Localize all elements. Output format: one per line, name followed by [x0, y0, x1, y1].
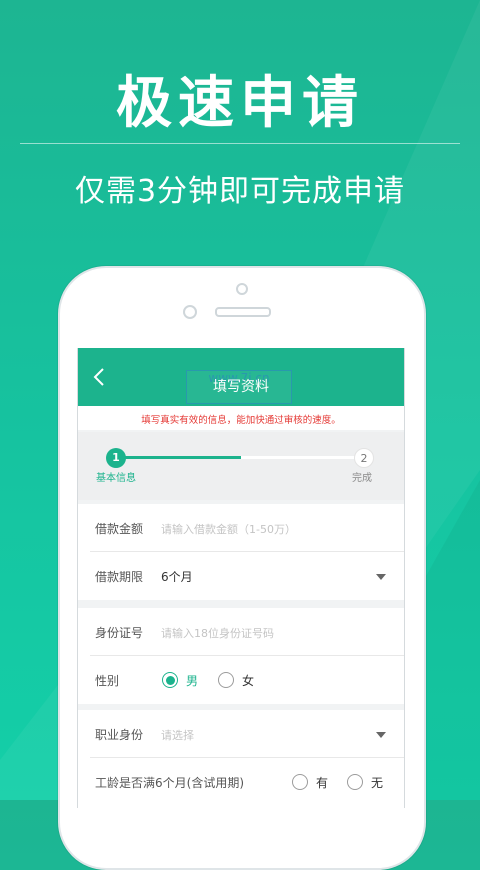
- id-number-label: 身份证号: [95, 626, 144, 640]
- gender-female-label[interactable]: 女: [242, 672, 254, 689]
- gender-male-label[interactable]: 男: [186, 672, 198, 689]
- loan-period-row[interactable]: 借款期限 6个月: [78, 552, 404, 600]
- gender-row: 性别 男 女: [78, 656, 404, 704]
- dropdown-caret-icon[interactable]: [376, 732, 386, 738]
- tenure-yes-radio[interactable]: [292, 774, 308, 790]
- earpiece-speaker: [215, 307, 271, 317]
- id-number-row[interactable]: 身份证号 请输入18位身份证号码: [78, 608, 404, 656]
- tenure-row: 工龄是否满6个月(含试用期) 有 无: [78, 758, 404, 806]
- tenure-label: 工龄是否满6个月(含试用期): [95, 776, 244, 790]
- app-screen: www.7i.cn 填写资料 填写真实有效的信息，能加快通过审核的速度。 1 2…: [77, 348, 405, 808]
- tenure-no-radio[interactable]: [347, 774, 363, 790]
- hero-divider: [20, 143, 460, 144]
- loan-section: 借款金额 请输入借款金额（1-50万） 借款期限 6个月: [78, 504, 404, 600]
- step-indicator: [78, 432, 404, 500]
- identity-section: 身份证号 请输入18位身份证号码 性别 男 女: [78, 608, 404, 704]
- occupation-select[interactable]: 请选择: [161, 727, 194, 743]
- job-section: 职业身份 请选择 工龄是否满6个月(含试用期) 有 无: [78, 710, 404, 808]
- loan-period-label: 借款期限: [95, 570, 144, 584]
- occupation-label: 职业身份: [95, 728, 144, 742]
- dropdown-caret-icon[interactable]: [376, 574, 386, 580]
- loan-amount-row[interactable]: 借款金额 请输入借款金额（1-50万）: [78, 504, 404, 552]
- tenure-no-label[interactable]: 无: [371, 774, 383, 791]
- front-camera: [236, 283, 248, 295]
- gender-male-radio[interactable]: [162, 672, 178, 688]
- step-1-dot: 1: [106, 448, 126, 468]
- occupation-row[interactable]: 职业身份 请选择: [78, 710, 404, 758]
- step-2-label: 完成: [352, 473, 372, 484]
- hero-subtitle: 仅需3分钟即可完成申请: [74, 174, 406, 209]
- proximity-sensor: [183, 305, 197, 319]
- step-2-dot: 2: [354, 448, 374, 468]
- loan-amount-label: 借款金额: [95, 522, 144, 536]
- app-header: www.7i.cn 填写资料: [78, 348, 404, 406]
- loan-amount-input[interactable]: 请输入借款金额（1-50万）: [161, 521, 296, 537]
- loan-period-select[interactable]: 6个月: [161, 568, 193, 585]
- hero-title: 极速申请: [116, 71, 364, 136]
- progress-fill: [116, 456, 241, 459]
- step-1-label: 基本信息: [96, 473, 136, 484]
- notice-text: 填写真实有效的信息，能加快通过审核的速度。: [141, 415, 341, 426]
- page-title: 填写资料: [213, 379, 269, 395]
- gender-label: 性别: [95, 674, 120, 688]
- tenure-yes-label[interactable]: 有: [316, 774, 328, 791]
- id-number-input[interactable]: 请输入18位身份证号码: [161, 625, 274, 641]
- gender-female-radio[interactable]: [218, 672, 234, 688]
